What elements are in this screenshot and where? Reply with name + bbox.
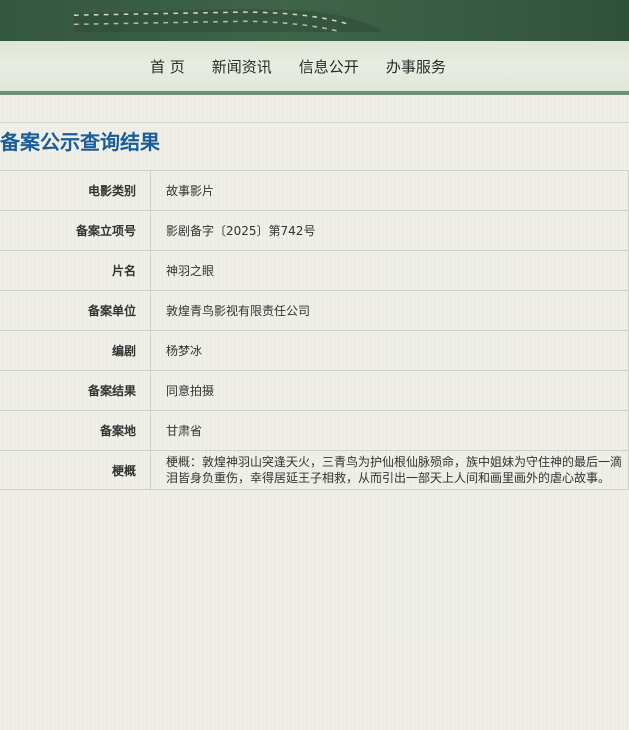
synopsis-text: 梗概：敦煌神羽山突逢天火，三青鸟为护仙根仙脉殒命，族中姐妹为守住神的最后一滴泪皆… <box>150 450 629 490</box>
table-row: 片名 神羽之眼 <box>0 250 629 291</box>
field-value: 杨梦冰 <box>150 330 629 371</box>
record-table: 电影类别 故事影片 备案立项号 影剧备字〔2025〕第742号 片名 神羽之眼 … <box>0 170 629 490</box>
field-label: 备案结果 <box>0 370 151 411</box>
main-nav: 首 页 新闻资讯 信息公开 办事服务 <box>150 41 446 91</box>
title-divider <box>0 122 629 123</box>
field-label: 备案单位 <box>0 290 151 331</box>
table-row: 备案地 甘肃省 <box>0 410 629 451</box>
page-title: 备案公示查询结果 <box>0 130 160 154</box>
table-row: 备案单位 敦煌青鸟影视有限责任公司 <box>0 290 629 331</box>
nav-item-services[interactable]: 办事服务 <box>386 56 446 77</box>
main-nav-bar: 首 页 新闻资讯 信息公开 办事服务 <box>0 41 629 95</box>
field-label: 电影类别 <box>0 170 151 211</box>
nav-item-info-disclosure[interactable]: 信息公开 <box>299 56 359 77</box>
field-label: 编剧 <box>0 330 151 371</box>
table-row: 备案结果 同意拍摄 <box>0 370 629 411</box>
field-value: 同意拍摄 <box>150 370 629 411</box>
field-value: 甘肃省 <box>150 410 629 451</box>
nav-item-news[interactable]: 新闻资讯 <box>212 56 272 77</box>
field-label: 备案地 <box>0 410 151 451</box>
field-value: 故事影片 <box>150 170 629 211</box>
nav-item-home[interactable]: 首 页 <box>150 56 185 77</box>
table-row: 电影类别 故事影片 <box>0 170 629 211</box>
table-row: 备案立项号 影剧备字〔2025〕第742号 <box>0 210 629 251</box>
header-banner <box>0 0 629 41</box>
field-value: 影剧备字〔2025〕第742号 <box>150 210 629 251</box>
field-label: 备案立项号 <box>0 210 151 251</box>
field-label: 片名 <box>0 250 151 291</box>
field-label: 梗概 <box>0 450 151 490</box>
table-row: 梗概 梗概：敦煌神羽山突逢天火，三青鸟为护仙根仙脉殒命，族中姐妹为守住神的最后一… <box>0 450 629 490</box>
field-value: 神羽之眼 <box>150 250 629 291</box>
film-strip-decoration <box>73 9 380 32</box>
field-value: 敦煌青鸟影视有限责任公司 <box>150 290 629 331</box>
table-row: 编剧 杨梦冰 <box>0 330 629 371</box>
